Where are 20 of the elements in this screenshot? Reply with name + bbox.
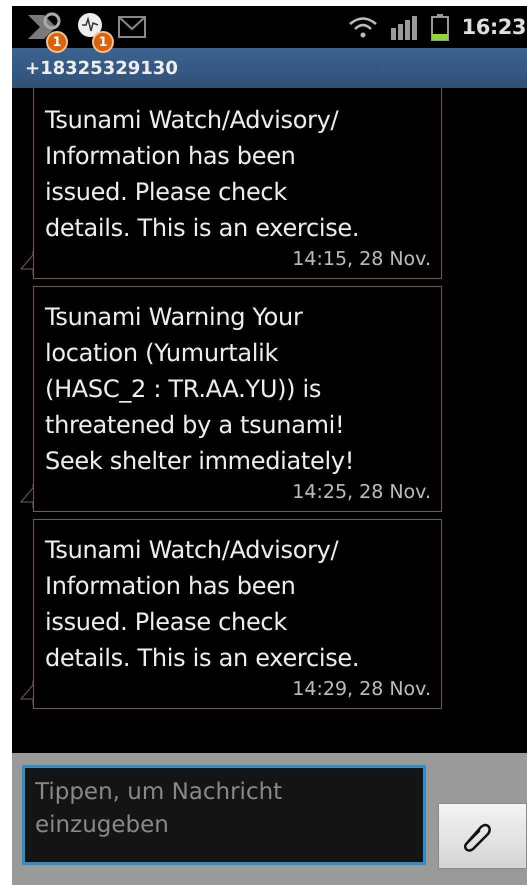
attach-button[interactable] <box>438 803 527 869</box>
message-timestamp: 14:15, 28 Nov. <box>291 248 431 270</box>
message-text: Tsunami Watch/Advisory/ Information has been issued. Please check details. This is an exercise. <box>45 105 360 244</box>
wifi-icon <box>348 15 378 39</box>
message-timestamp: 14:25, 28 Nov. <box>291 481 431 503</box>
message-text: Tsunami Warning Your location (Yumurtalik (HASC_2 : TR.AA.YU)) is threatened by a tsunami! Seek shelter immediately! <box>45 302 356 477</box>
mail-icon <box>118 16 146 38</box>
battery-icon <box>430 13 450 41</box>
signal-icon <box>390 14 418 40</box>
message-text: Tsunami Watch/Advisory/ Information has been issued. Please check details. This is an exercise. <box>45 535 360 674</box>
message-bubble[interactable]: Tsunami Watch/Advisory/ Information has been issued. Please check details. This is an exercise. 14:29, 28 Nov. <box>33 519 442 709</box>
message-bubble[interactable]: Tsunami Warning Your location (Yumurtalik (HASC_2 : TR.AA.YU)) is threatened by a tsunami! Seek shelter immediately! 14:25, 28 Nov. <box>33 286 442 512</box>
bubble-tail-icon <box>20 251 34 275</box>
clock-time: 16:23 <box>462 15 526 39</box>
message-timestamp: 14:29, 28 Nov. <box>291 678 431 700</box>
contact-number: +18325329130 <box>25 58 178 78</box>
bubble-tail-icon <box>20 681 34 705</box>
message-input-field[interactable]: Tippen, um Nachricht einzugeben <box>22 765 426 865</box>
bubble-tail-icon <box>20 484 34 508</box>
message-bubble[interactable]: Tsunami Watch/Advisory/ Information has been issued. Please check details. This is an exercise. 14:15, 28 Nov. <box>33 88 442 279</box>
